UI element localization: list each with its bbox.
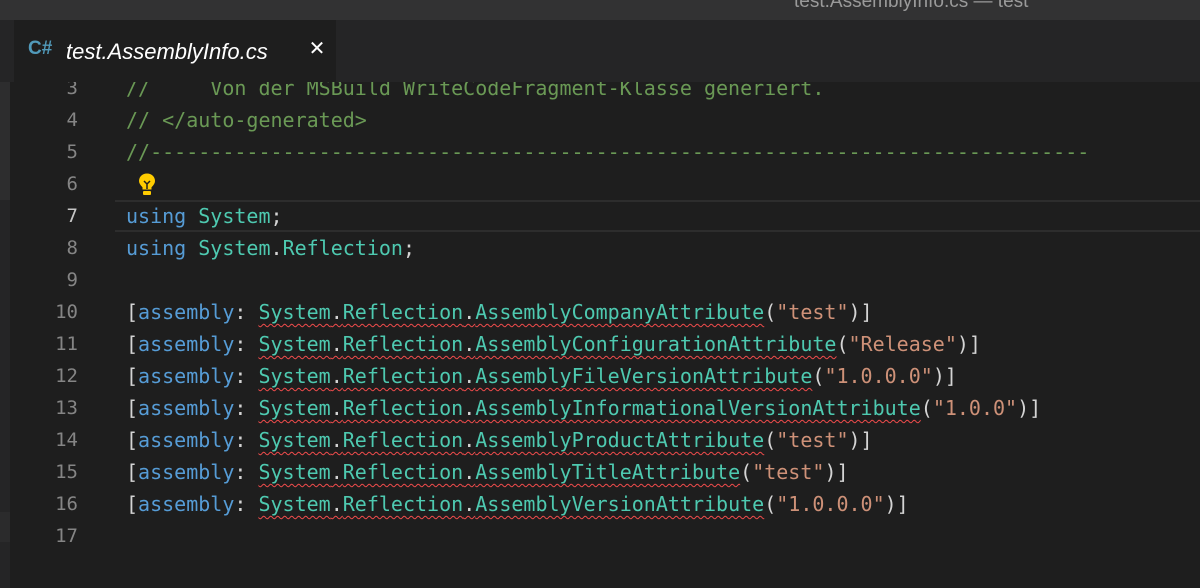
line-number: 14 xyxy=(55,429,78,451)
line-number: 8 xyxy=(66,237,78,259)
code-line[interactable]: [assembly: System.Reflection.AssemblyVer… xyxy=(126,488,909,520)
tab-label[interactable]: test.AssemblyInfo.cs xyxy=(66,39,268,65)
line-number: 16 xyxy=(55,493,78,515)
code-editor[interactable]: 3 // Von der MSBuild WriteCodeFragment-Kl… xyxy=(10,82,1200,588)
line-number: 10 xyxy=(55,301,78,323)
code-line[interactable]: [assembly: System.Reflection.AssemblyCom… xyxy=(126,296,873,328)
window-title: test.AssemblyInfo.cs — test xyxy=(794,0,1029,12)
close-icon[interactable]: ✕ xyxy=(306,37,328,59)
code-line[interactable]: [assembly: System.Reflection.AssemblyCon… xyxy=(126,328,981,360)
line-number: 13 xyxy=(55,397,78,419)
line-number: 7 xyxy=(66,205,78,227)
code-line[interactable]: using System; xyxy=(126,200,283,232)
line-number: 3 xyxy=(66,82,78,99)
line-number: 17 xyxy=(55,525,78,547)
line-number: 15 xyxy=(55,461,78,483)
activity-strip xyxy=(0,82,10,588)
window-titlebar: test.AssemblyInfo.cs — test xyxy=(0,0,1200,20)
code-line[interactable]: //--------------------------------------… xyxy=(126,136,1089,168)
code-line[interactable]: [assembly: System.Reflection.AssemblyTit… xyxy=(126,456,849,488)
code-line[interactable]: [assembly: System.Reflection.AssemblyFil… xyxy=(126,360,957,392)
line-number: 4 xyxy=(66,109,78,131)
line-number: 6 xyxy=(66,173,78,195)
line-number: 9 xyxy=(66,269,78,291)
line-number: 11 xyxy=(55,333,78,355)
csharp-file-icon: C# xyxy=(28,38,53,59)
scroll-indicator xyxy=(0,82,10,200)
line-number: 5 xyxy=(66,141,78,163)
code-line[interactable]: using System.Reflection; xyxy=(126,232,415,264)
code-line[interactable]: [assembly: System.Reflection.AssemblyInf… xyxy=(126,392,1041,424)
line-number: 12 xyxy=(55,365,78,387)
code-line[interactable]: [assembly: System.Reflection.AssemblyPro… xyxy=(126,424,873,456)
scroll-indicator xyxy=(0,512,10,542)
code-line[interactable]: // Von der MSBuild WriteCodeFragment-Kla… xyxy=(126,82,824,104)
tab-assemblyinfo[interactable]: C# test.AssemblyInfo.cs ✕ xyxy=(14,20,336,82)
tab-bar: C# test.AssemblyInfo.cs ✕ xyxy=(0,20,1200,82)
lightbulb-icon[interactable] xyxy=(136,171,158,197)
code-line[interactable]: // </auto-generated> xyxy=(126,104,367,136)
